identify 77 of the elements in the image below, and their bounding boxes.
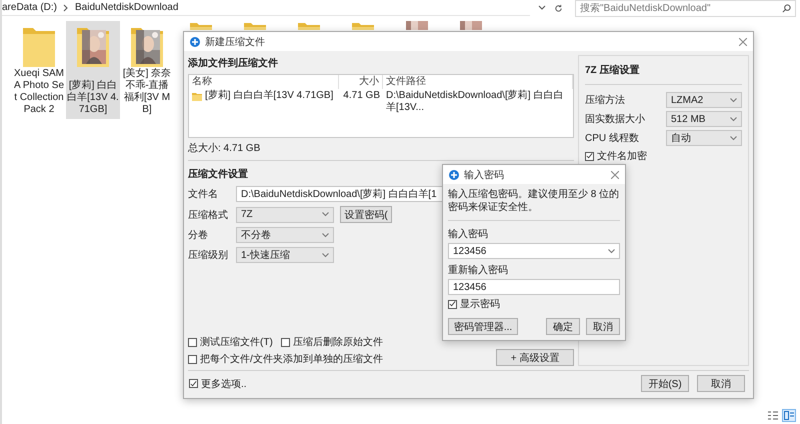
tiles-view-icon[interactable]	[782, 409, 796, 422]
breadcrumb-item[interactable]: BaiduNetdiskDownload	[75, 2, 178, 13]
search-icon[interactable]	[782, 4, 791, 12]
column-header[interactable]: 文件路径	[383, 75, 573, 89]
section-heading: 添加文件到压缩文件	[188, 56, 278, 71]
field-label: 压缩级别	[188, 248, 229, 262]
folder-icon	[298, 21, 320, 30]
cancel-button[interactable]: 取消	[586, 318, 620, 335]
dropdown[interactable]: 1-快速压缩	[236, 247, 334, 263]
more-options-checkbox[interactable]: 更多选项..	[189, 376, 247, 390]
file-name: [萝莉] 白白白羊[13V 4.71GB]	[205, 90, 334, 102]
dropdown[interactable]: 7Z	[236, 206, 334, 222]
section-heading: 7Z 压缩设置	[585, 64, 640, 78]
password-field[interactable]: 123456	[448, 243, 620, 259]
close-icon[interactable]	[611, 170, 619, 178]
breadcrumb-item[interactable]: areData (D:)	[2, 2, 58, 13]
caret-icon	[322, 212, 329, 217]
column-header[interactable]: 大小	[339, 75, 383, 89]
window-title: 新建压缩文件	[205, 36, 266, 48]
dropdown[interactable]: 512 MB	[666, 111, 742, 127]
field-label: CPU 线程数	[585, 132, 639, 145]
encrypt-names-checkbox[interactable]: 文件名加密	[585, 149, 742, 163]
folder-label: [美女] 奈奈不乖-直播福利[3V MB]	[122, 68, 172, 116]
option-checkbox[interactable]: 测试压缩文件(T)	[188, 335, 273, 349]
field-label: 重新输入密码	[448, 264, 509, 277]
caret-icon	[730, 136, 737, 140]
cancel-button[interactable]: 取消	[697, 375, 745, 392]
field-label: 压缩格式	[188, 208, 229, 222]
total-size: 总大小: 4.71 GB	[188, 142, 260, 155]
folder-item[interactable]: [萝莉] 白白白羊[13V 4.71GB]	[66, 21, 120, 119]
set-password-button[interactable]: 设置密码(	[340, 206, 392, 223]
folder-label: [萝莉] 白白白羊[13V 4.71GB]	[67, 80, 119, 116]
caret-icon	[322, 232, 329, 238]
section-heading: 压缩文件设置	[188, 168, 248, 182]
field-label: 文件名	[188, 188, 219, 201]
dropdown[interactable]: 自动	[666, 130, 742, 146]
option-checkbox[interactable]: 把每个文件/文件夹添加到单独的压缩文件	[188, 352, 383, 366]
field-label: 固实数据大小	[585, 112, 645, 126]
folder-icon	[244, 21, 266, 30]
caret-icon	[730, 116, 737, 122]
folder-icon	[190, 21, 212, 30]
field-label: 压缩方法	[585, 94, 625, 107]
folder-label: Xueqi SAMA Photo Set Collection Pack 2	[13, 68, 65, 116]
field-label: 分卷	[188, 229, 209, 242]
refresh-icon[interactable]	[554, 4, 563, 12]
app-icon	[449, 170, 459, 180]
folder-item[interactable]: Xueqi SAMA Photo Set Collection Pack 2	[12, 21, 66, 119]
advanced-settings-button[interactable]: + 高级设置	[496, 349, 574, 366]
window-title: 输入密码	[464, 168, 505, 182]
start-button[interactable]: 开始(S)	[641, 375, 689, 392]
column-header[interactable]: 名称	[189, 75, 339, 89]
check-icon	[586, 152, 593, 160]
dropdown[interactable]: LZMA2	[666, 92, 742, 108]
folder-icon	[192, 92, 202, 100]
folder-item[interactable]: [美女] 奈奈不乖-直播福利[3V MB]	[120, 21, 174, 119]
show-password-checkbox[interactable]: 显示密码	[448, 297, 620, 311]
dropdown-icon[interactable]	[538, 5, 546, 11]
field-label: 输入密码	[448, 228, 489, 241]
check-icon	[190, 380, 197, 388]
dropdown[interactable]: 不分卷	[236, 227, 334, 243]
password-manager-button[interactable]: 密码管理器...	[448, 318, 518, 335]
option-checkbox[interactable]: 压缩后删除原始文件	[280, 335, 383, 349]
check-icon	[449, 300, 456, 308]
confirm-password-field[interactable]: 123456	[448, 279, 620, 295]
search-field[interactable]: 搜索"BaiduNetdiskDownload"	[575, 0, 796, 16]
address-bar[interactable]: areData (D:) BaiduNetdiskDownload	[2, 0, 530, 16]
caret-icon	[608, 248, 615, 254]
file-size: 4.71 GB	[342, 89, 381, 103]
chevron-icon	[63, 4, 70, 12]
file-path: D:\BaiduNetdiskDownload\[萝莉] 白白白羊[13V...	[385, 89, 564, 115]
ok-button[interactable]: 确定	[546, 318, 580, 335]
caret-icon	[730, 98, 737, 102]
details-view-icon[interactable]	[766, 409, 780, 422]
close-icon[interactable]	[739, 38, 747, 46]
caret-icon	[322, 252, 329, 258]
app-icon	[190, 36, 200, 46]
folder-icon	[352, 21, 374, 30]
